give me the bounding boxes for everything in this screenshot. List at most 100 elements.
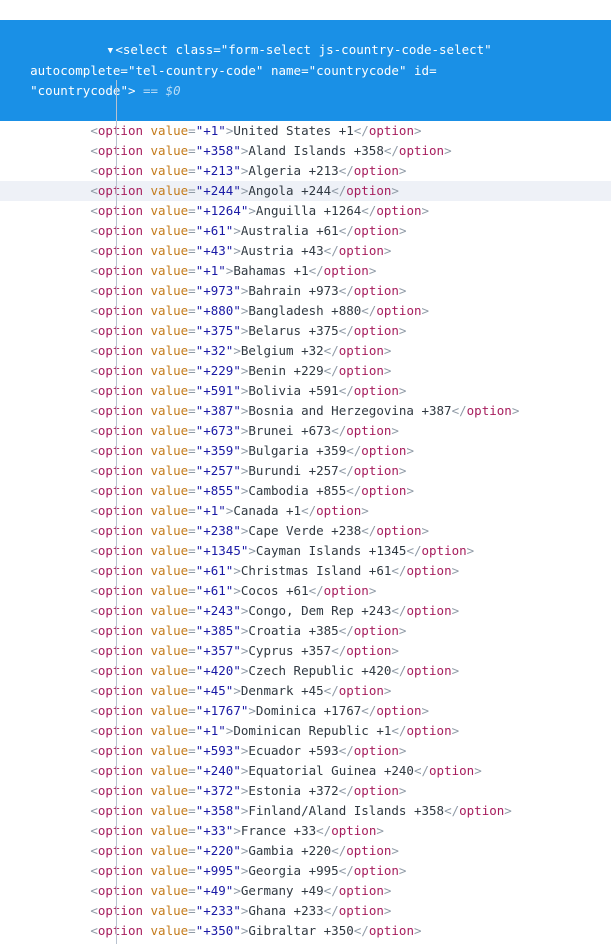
attr-name-value[interactable]: value [151,243,189,258]
attr-name-value[interactable]: value [151,203,189,218]
dom-node-option[interactable]: <option value="+1">Dominican Republic +1… [0,721,611,741]
dom-node-select-selected[interactable]: ▼ <select class="form-select js-country-c… [0,20,611,121]
option-text-node[interactable]: Czech Republic +420 [248,663,391,678]
elements-dom-tree[interactable]: ▼<dd class="sms-country-code-field"> ▼<s… [0,0,611,944]
attr-value-value[interactable]: "+1264" [196,203,249,218]
attr-value-value[interactable]: "+375" [196,323,241,338]
attr-name-value[interactable]: value [151,703,189,718]
disclosure-triangle-icon[interactable]: ▼ [105,41,115,61]
dom-node-option[interactable]: <option value="+1">Canada +1</option> [0,501,611,521]
dom-node-option[interactable]: <option value="+43">Austria +43</option> [0,241,611,261]
option-text-node[interactable]: Estonia +372 [248,783,338,798]
attr-value-value[interactable]: "+257" [196,463,241,478]
option-text-node[interactable]: Croatia +385 [248,623,338,638]
attr-name-value[interactable]: value [151,763,189,778]
attr-value-value[interactable]: "+220" [196,843,241,858]
attr-name-value[interactable]: value [151,523,189,538]
option-text-node[interactable]: Belgium +32 [241,343,324,358]
attr-value-value[interactable]: "+238" [196,523,241,538]
dom-node-option[interactable]: <option value="+593">Ecuador +593</optio… [0,741,611,761]
attr-name-value[interactable]: value [151,903,189,918]
option-text-node[interactable]: Ghana +233 [248,903,323,918]
dom-node-option[interactable]: <option value="+244">Angola +244</option… [0,181,611,201]
dom-node-dd[interactable]: ▼<dd class="sms-country-code-field"> [0,0,611,20]
attr-value-value[interactable]: "+233" [196,903,241,918]
attr-name-value[interactable]: value [151,783,189,798]
option-text-node[interactable]: Dominica +1767 [256,703,361,718]
option-text-node[interactable]: Congo, Dem Rep +243 [248,603,391,618]
option-text-node[interactable]: Germany +49 [241,883,324,898]
dom-node-option[interactable]: <option value="+238">Cape Verde +238</op… [0,521,611,541]
attr-value-value[interactable]: "+61" [196,223,234,238]
attr-name-value[interactable]: value [151,923,189,938]
option-text-node[interactable]: Bahrain +973 [248,283,338,298]
attr-value-value[interactable]: "+673" [196,423,241,438]
dom-node-option[interactable]: <option value="+591">Bolivia +591</optio… [0,381,611,401]
attr-name-value[interactable]: value [151,323,189,338]
option-text-node[interactable]: Burundi +257 [248,463,338,478]
option-text-node[interactable]: Angola +244 [248,183,331,198]
dom-node-option[interactable]: <option value="+220">Gambia +220</option… [0,841,611,861]
attr-value-value[interactable]: "+359" [196,443,241,458]
dom-node-option[interactable]: <option value="+49">Germany +49</option> [0,881,611,901]
attr-name-value[interactable]: value [151,483,189,498]
dom-node-option[interactable]: <option value="+1">United States +1</opt… [0,121,611,141]
option-text-node[interactable]: Ecuador +593 [248,743,338,758]
attr-value-value[interactable]: "+243" [196,603,241,618]
attr-name-value[interactable]: value [151,823,189,838]
attr-value-value[interactable]: "+855" [196,483,241,498]
dom-node-option[interactable]: <option value="+387">Bosnia and Herzegov… [0,401,611,421]
attr-value-value[interactable]: "+357" [196,643,241,658]
attr-name-value[interactable]: value [151,143,189,158]
option-text-node[interactable]: Christmas Island +61 [241,563,392,578]
attr-name-value[interactable]: value [151,743,189,758]
dom-node-option[interactable]: <option value="+61">Christmas Island +61… [0,561,611,581]
attr-value-value[interactable]: "+229" [196,363,241,378]
dom-node-option[interactable]: <option value="+880">Bangladesh +880</op… [0,301,611,321]
option-text-node[interactable]: Canada +1 [233,503,301,518]
option-text-node[interactable]: Algeria +213 [248,163,338,178]
attr-value-value[interactable]: "+1" [196,263,226,278]
option-text-node[interactable]: Bangladesh +880 [248,303,361,318]
option-text-node[interactable]: Australia +61 [241,223,339,238]
attr-value-name[interactable]: "countrycode" [309,63,407,78]
option-text-node[interactable]: Denmark +45 [241,683,324,698]
attr-value-value[interactable]: "+358" [196,803,241,818]
option-text-node[interactable]: Bahamas +1 [233,263,308,278]
attr-value-value[interactable]: "+372" [196,783,241,798]
dom-node-option[interactable]: <option value="+32">Belgium +32</option> [0,341,611,361]
dom-node-option[interactable]: <option value="+233">Ghana +233</option> [0,901,611,921]
attr-name-name[interactable]: name [271,63,301,78]
attr-name-value[interactable]: value [151,863,189,878]
option-text-node[interactable]: Brunei +673 [248,423,331,438]
attr-name-id[interactable]: id [414,63,429,78]
attr-name-value[interactable]: value [151,363,189,378]
attr-name-value[interactable]: value [151,343,189,358]
attr-name-value[interactable]: value [151,283,189,298]
dom-node-option[interactable]: <option value="+45">Denmark +45</option> [0,681,611,701]
attr-name-value[interactable]: value [151,463,189,478]
dom-node-option[interactable]: <option value="+257">Burundi +257</optio… [0,461,611,481]
option-text-node[interactable]: Gibraltar +350 [248,923,353,938]
dom-node-option[interactable]: <option value="+375">Belarus +375</optio… [0,321,611,341]
attr-value-value[interactable]: "+973" [196,283,241,298]
dom-node-option[interactable]: <option value="+229">Benin +229</option> [0,361,611,381]
dom-node-option[interactable]: <option value="+350">Gibraltar +350</opt… [0,921,611,941]
attr-name-value[interactable]: value [151,883,189,898]
attr-name-value[interactable]: value [151,263,189,278]
attr-value-value[interactable]: "+240" [196,763,241,778]
option-text-node[interactable]: Aland Islands +358 [248,143,383,158]
attr-value-value[interactable]: "+995" [196,863,241,878]
attr-value-value[interactable]: "+1" [196,503,226,518]
dom-node-option[interactable]: <option value="+855">Cambodia +855</opti… [0,481,611,501]
option-text-node[interactable]: Georgia +995 [248,863,338,878]
attr-name-value[interactable]: value [151,623,189,638]
attr-value-value[interactable]: "+1767" [196,703,249,718]
attr-name-value[interactable]: value [151,563,189,578]
dom-node-option[interactable]: <option value="+385">Croatia +385</optio… [0,621,611,641]
option-text-node[interactable]: Cocos +61 [241,583,309,598]
option-text-node[interactable]: Finland/Aland Islands +358 [248,803,444,818]
attr-value-value[interactable]: "+1" [196,723,226,738]
attr-value-autocomplete[interactable]: "tel-country-code" [128,63,263,78]
option-text-node[interactable]: Benin +229 [248,363,323,378]
